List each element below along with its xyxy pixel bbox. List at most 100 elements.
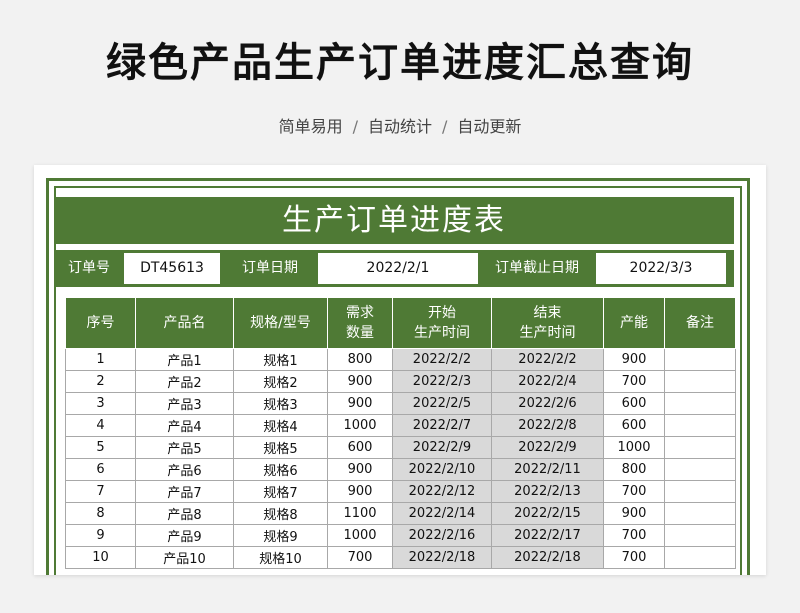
- table-row: 3 产品3 规格3 900 2022/2/5 2022/2/6 600: [65, 392, 736, 415]
- order-date-value[interactable]: 2022/2/1: [318, 253, 478, 284]
- notes-cell[interactable]: [664, 370, 736, 393]
- col-header-end-time: 结束 生产时间: [491, 297, 604, 349]
- tag-separator: /: [442, 117, 448, 136]
- quantity-cell[interactable]: 700: [327, 546, 393, 569]
- table-row: 5 产品5 规格5 600 2022/2/9 2022/2/9 1000: [65, 436, 736, 459]
- capacity-cell[interactable]: 1000: [603, 436, 665, 459]
- end-time-cell[interactable]: 2022/2/17: [491, 524, 604, 547]
- tag-separator: /: [352, 117, 358, 136]
- start-time-cell[interactable]: 2022/2/14: [392, 502, 492, 525]
- capacity-cell[interactable]: 700: [603, 524, 665, 547]
- product-cell[interactable]: 产品5: [135, 436, 234, 459]
- index-cell[interactable]: 8: [65, 502, 136, 525]
- spec-cell[interactable]: 规格10: [233, 546, 328, 569]
- capacity-cell[interactable]: 900: [603, 502, 665, 525]
- notes-cell[interactable]: [664, 546, 736, 569]
- quantity-cell[interactable]: 600: [327, 436, 393, 459]
- capacity-cell[interactable]: 900: [603, 348, 665, 371]
- notes-cell[interactable]: [664, 414, 736, 437]
- spec-cell[interactable]: 规格1: [233, 348, 328, 371]
- product-cell[interactable]: 产品9: [135, 524, 234, 547]
- index-cell[interactable]: 7: [65, 480, 136, 503]
- start-time-cell[interactable]: 2022/2/2: [392, 348, 492, 371]
- spec-cell[interactable]: 规格3: [233, 392, 328, 415]
- notes-cell[interactable]: [664, 502, 736, 525]
- spec-cell[interactable]: 规格9: [233, 524, 328, 547]
- quantity-cell[interactable]: 900: [327, 458, 393, 481]
- product-cell[interactable]: 产品10: [135, 546, 234, 569]
- spec-cell[interactable]: 规格4: [233, 414, 328, 437]
- index-cell[interactable]: 4: [65, 414, 136, 437]
- notes-cell[interactable]: [664, 524, 736, 547]
- start-time-cell[interactable]: 2022/2/5: [392, 392, 492, 415]
- col-header-notes: 备注: [664, 297, 736, 349]
- index-cell[interactable]: 3: [65, 392, 136, 415]
- end-time-cell[interactable]: 2022/2/8: [491, 414, 604, 437]
- capacity-cell[interactable]: 700: [603, 546, 665, 569]
- quantity-cell[interactable]: 1100: [327, 502, 393, 525]
- product-cell[interactable]: 产品6: [135, 458, 234, 481]
- quantity-cell[interactable]: 800: [327, 348, 393, 371]
- index-cell[interactable]: 10: [65, 546, 136, 569]
- index-cell[interactable]: 5: [65, 436, 136, 459]
- capacity-cell[interactable]: 700: [603, 480, 665, 503]
- notes-cell[interactable]: [664, 436, 736, 459]
- quantity-cell[interactable]: 900: [327, 480, 393, 503]
- product-cell[interactable]: 产品3: [135, 392, 234, 415]
- product-cell[interactable]: 产品2: [135, 370, 234, 393]
- notes-cell[interactable]: [664, 348, 736, 371]
- col-header-product: 产品名: [135, 297, 234, 349]
- notes-cell[interactable]: [664, 458, 736, 481]
- capacity-cell[interactable]: 700: [603, 370, 665, 393]
- sheet-title: 生产订单进度表: [54, 197, 734, 244]
- table-row: 2 产品2 规格2 900 2022/2/3 2022/2/4 700: [65, 370, 736, 393]
- index-cell[interactable]: 1: [65, 348, 136, 371]
- product-cell[interactable]: 产品4: [135, 414, 234, 437]
- col-header-index: 序号: [65, 297, 136, 349]
- capacity-cell[interactable]: 600: [603, 392, 665, 415]
- start-time-cell[interactable]: 2022/2/3: [392, 370, 492, 393]
- end-time-cell[interactable]: 2022/2/9: [491, 436, 604, 459]
- capacity-cell[interactable]: 600: [603, 414, 665, 437]
- start-time-cell[interactable]: 2022/2/16: [392, 524, 492, 547]
- end-time-cell[interactable]: 2022/2/18: [491, 546, 604, 569]
- tag-auto-update: 自动更新: [457, 117, 522, 136]
- index-cell[interactable]: 2: [65, 370, 136, 393]
- end-time-cell[interactable]: 2022/2/13: [491, 480, 604, 503]
- start-time-cell[interactable]: 2022/2/10: [392, 458, 492, 481]
- spec-cell[interactable]: 规格6: [233, 458, 328, 481]
- table-row: 8 产品8 规格8 1100 2022/2/14 2022/2/15 900: [65, 502, 736, 525]
- spec-cell[interactable]: 规格8: [233, 502, 328, 525]
- product-cell[interactable]: 产品7: [135, 480, 234, 503]
- product-cell[interactable]: 产品1: [135, 348, 234, 371]
- notes-cell[interactable]: [664, 480, 736, 503]
- spec-cell[interactable]: 规格7: [233, 480, 328, 503]
- index-cell[interactable]: 9: [65, 524, 136, 547]
- end-time-cell[interactable]: 2022/2/4: [491, 370, 604, 393]
- quantity-cell[interactable]: 900: [327, 392, 393, 415]
- start-time-cell[interactable]: 2022/2/9: [392, 436, 492, 459]
- table-header-row: 序号 产品名 规格/型号 需求 数量 开始 生产时间 结束 生产时间 产能 备注: [65, 297, 736, 349]
- table-row: 4 产品4 规格4 1000 2022/2/7 2022/2/8 600: [65, 414, 736, 437]
- quantity-cell[interactable]: 1000: [327, 414, 393, 437]
- capacity-cell[interactable]: 800: [603, 458, 665, 481]
- quantity-cell[interactable]: 1000: [327, 524, 393, 547]
- index-cell[interactable]: 6: [65, 458, 136, 481]
- end-time-cell[interactable]: 2022/2/15: [491, 502, 604, 525]
- start-time-cell[interactable]: 2022/2/7: [392, 414, 492, 437]
- order-date-label: 订单日期: [242, 260, 298, 276]
- end-time-cell[interactable]: 2022/2/11: [491, 458, 604, 481]
- quantity-cell[interactable]: 900: [327, 370, 393, 393]
- spec-cell[interactable]: 规格5: [233, 436, 328, 459]
- start-time-cell[interactable]: 2022/2/18: [392, 546, 492, 569]
- spec-cell[interactable]: 规格2: [233, 370, 328, 393]
- end-time-cell[interactable]: 2022/2/2: [491, 348, 604, 371]
- start-time-cell[interactable]: 2022/2/12: [392, 480, 492, 503]
- order-no-value[interactable]: DT45613: [124, 253, 220, 284]
- deadline-value[interactable]: 2022/3/3: [596, 253, 726, 284]
- deadline-label: 订单截止日期: [495, 260, 579, 276]
- product-cell[interactable]: 产品8: [135, 502, 234, 525]
- end-time-cell[interactable]: 2022/2/6: [491, 392, 604, 415]
- table-row: 10 产品10 规格10 700 2022/2/18 2022/2/18 700: [65, 546, 736, 569]
- notes-cell[interactable]: [664, 392, 736, 415]
